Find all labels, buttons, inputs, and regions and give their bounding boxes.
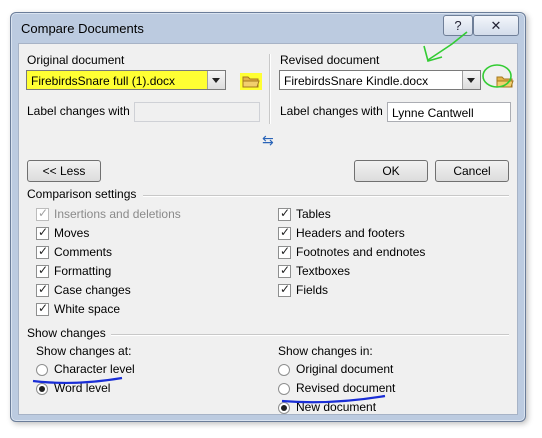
- revised-browse-button[interactable]: [494, 73, 516, 90]
- dialog-title: Compare Documents: [21, 21, 144, 36]
- revised-document-heading: Revised document: [280, 53, 380, 67]
- revised-document-option-label: Revised document: [296, 381, 396, 395]
- footnotes-endnotes-checkbox[interactable]: [278, 244, 291, 259]
- fields-checkbox[interactable]: [278, 282, 291, 297]
- chevron-down-icon[interactable]: [207, 71, 225, 89]
- textboxes-checkbox[interactable]: [278, 263, 291, 278]
- tables-checkbox[interactable]: [278, 206, 291, 221]
- textboxes-label: Textboxes: [296, 264, 351, 278]
- chevron-down-icon[interactable]: [462, 71, 480, 89]
- original-document-file: FirebirdsSnare full (1).docx: [31, 74, 176, 88]
- folder-icon: [496, 76, 514, 88]
- insertions-deletions-label: Insertions and deletions: [54, 207, 181, 221]
- original-document-heading: Original document: [27, 53, 125, 67]
- revised-label-caption: Label changes with: [280, 104, 383, 118]
- show-changes-separator: [111, 334, 509, 336]
- original-browse-button[interactable]: [240, 73, 262, 90]
- revised-document-file: FirebirdsSnare Kindle.docx: [284, 74, 429, 88]
- moves-label: Moves: [54, 226, 90, 240]
- comparison-separator: [143, 195, 509, 197]
- ok-button[interactable]: OK: [354, 160, 428, 182]
- comparison-settings-heading: Comparison settings: [27, 187, 137, 201]
- tables-label: Tables: [296, 207, 331, 221]
- new-document-option-label: New document: [296, 400, 377, 414]
- original-label-caption: Label changes with: [27, 104, 130, 118]
- white-space-checkbox[interactable]: [36, 301, 49, 316]
- fields-label: Fields: [296, 283, 329, 297]
- original-label-input[interactable]: [134, 102, 260, 122]
- compare-documents-dialog: Compare Documents ? ✕ Original document …: [10, 12, 526, 422]
- revised-document-radio[interactable]: [278, 383, 290, 395]
- cancel-button[interactable]: Cancel: [435, 160, 509, 182]
- show-changes-in-heading: Show changes in:: [278, 344, 373, 358]
- dialog-body: Original document FirebirdsSnare full (1…: [18, 43, 518, 415]
- revised-document-combo[interactable]: FirebirdsSnare Kindle.docx: [279, 70, 481, 90]
- less-button[interactable]: << Less: [27, 160, 101, 182]
- show-changes-at-heading: Show changes at:: [36, 344, 132, 358]
- white-space-label: White space: [54, 302, 121, 316]
- character-level-radio[interactable]: [36, 364, 48, 376]
- headers-footers-label: Headers and footers: [296, 226, 405, 240]
- case-changes-checkbox[interactable]: [36, 282, 49, 297]
- revised-label-input[interactable]: Lynne Cantwell: [387, 102, 511, 122]
- word-level-radio[interactable]: [36, 383, 48, 395]
- original-document-radio[interactable]: [278, 364, 290, 376]
- swap-documents-icon[interactable]: ⇆: [262, 132, 274, 149]
- formatting-checkbox[interactable]: [36, 263, 49, 278]
- footnotes-endnotes-label: Footnotes and endnotes: [296, 245, 426, 259]
- original-document-combo[interactable]: FirebirdsSnare full (1).docx: [26, 70, 226, 90]
- title-bar[interactable]: Compare Documents ? ✕: [11, 13, 525, 41]
- close-button[interactable]: ✕: [473, 15, 519, 36]
- formatting-label: Formatting: [54, 264, 112, 278]
- headers-footers-checkbox[interactable]: [278, 225, 291, 240]
- document-divider: [269, 54, 271, 124]
- word-level-label: Word level: [54, 381, 111, 395]
- show-changes-heading: Show changes: [27, 326, 106, 340]
- character-level-label: Character level: [54, 362, 135, 376]
- original-document-option-label: Original document: [296, 362, 394, 376]
- insertions-deletions-checkbox[interactable]: [36, 206, 49, 221]
- new-document-radio[interactable]: [278, 402, 290, 414]
- help-button[interactable]: ?: [443, 15, 473, 36]
- case-changes-label: Case changes: [54, 283, 131, 297]
- comments-label: Comments: [54, 245, 113, 259]
- folder-icon: [242, 76, 260, 88]
- moves-checkbox[interactable]: [36, 225, 49, 240]
- comments-checkbox[interactable]: [36, 244, 49, 259]
